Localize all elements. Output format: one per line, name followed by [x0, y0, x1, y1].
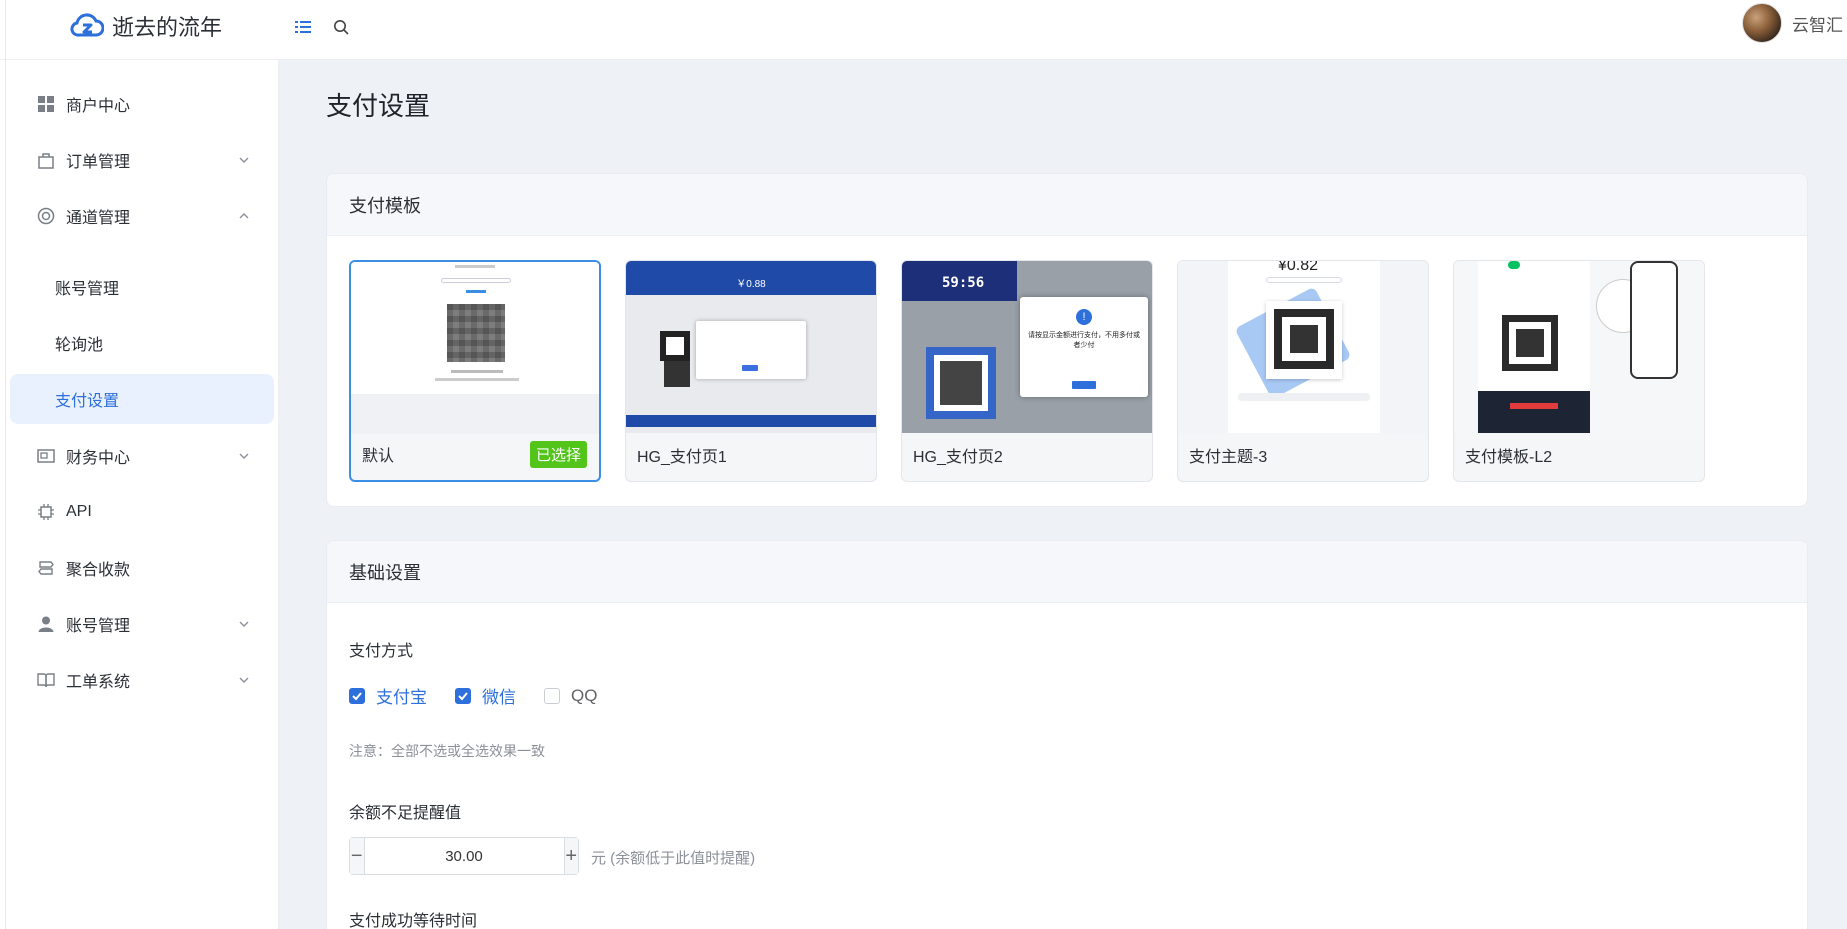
- checkbox-unchecked-icon[interactable]: [544, 687, 560, 704]
- pixelated-qr-image: [447, 304, 505, 362]
- sidebar-item-label: 账号管理: [66, 618, 131, 635]
- shopping-bag-icon: [36, 150, 56, 170]
- sidebar-item-merchant-center[interactable]: 商户中心: [0, 78, 279, 130]
- basic-settings-card: 基础设置 支付方式 支付宝 微信 QQ 注意：全部不选或全选效果一致 余额不足提…: [326, 540, 1808, 929]
- template-preview-alert: 请按显示金额进行支付，不用多付或者少付: [1028, 332, 1140, 349]
- wallet-icon: [36, 446, 56, 466]
- payment-method-note: 注意：全部不选或全选效果一致: [349, 743, 545, 759]
- sidebar-subitem-label: 支付设置: [55, 393, 120, 410]
- increment-button[interactable]: +: [563, 838, 578, 874]
- selected-badge: 已选择: [529, 441, 587, 468]
- sidebar-subitem-account-management[interactable]: 账号管理: [10, 262, 274, 312]
- top-header: 逝去的流年 云智汇: [0, 0, 1847, 60]
- sidebar: 商户中心 订单管理 通道管理 账号管理 轮询池 支付设置 财务中心 API 聚合…: [0, 0, 279, 929]
- payment-method-label: 支付方式: [349, 643, 414, 660]
- template-preview: 59:56 ! 请按显示金额进行支付，不用多付或者少付: [902, 261, 1152, 433]
- sidebar-item-aggregate-payment[interactable]: 聚合收款: [0, 542, 279, 594]
- book-icon: [36, 670, 56, 690]
- sidebar-item-label: API: [66, 503, 92, 520]
- sidebar-subitem-polling-pool[interactable]: 轮询池: [10, 318, 274, 368]
- template-name: 支付主题-3: [1189, 449, 1268, 466]
- template-card: 支付模板 默认 已选择 ￥0.88 HG_支付页1 59:56 ! 请按显示金额…: [326, 173, 1808, 507]
- checkbox-wechat[interactable]: 微信: [455, 683, 516, 708]
- balance-threshold-stepper: − +: [349, 837, 579, 875]
- template-preview-price: ¥0.82: [1278, 261, 1319, 274]
- sidebar-item-channels[interactable]: 通道管理: [0, 190, 279, 242]
- menu-toggle-icon[interactable]: [292, 16, 314, 38]
- balance-unit-hint: 元 (余额低于此值时提醒): [591, 850, 756, 867]
- sidebar-subitem-payment-settings[interactable]: 支付设置: [10, 374, 274, 424]
- template-preview-price: ￥0.88: [736, 279, 766, 290]
- signpost-icon: [36, 558, 56, 578]
- user-menu[interactable]: 云智汇: [1742, 3, 1847, 43]
- checkbox-label: 微信: [482, 688, 516, 707]
- chevron-down-icon: [239, 453, 249, 459]
- checkbox-label: QQ: [571, 685, 598, 705]
- checkbox-qq[interactable]: QQ: [544, 686, 597, 706]
- template-option-theme-3[interactable]: ¥0.82 支付主题-3: [1177, 260, 1429, 482]
- sidebar-item-orders[interactable]: 订单管理: [0, 134, 279, 186]
- page-title: 支付设置: [326, 91, 431, 121]
- decrement-button[interactable]: −: [350, 838, 365, 874]
- template-option-hg-2[interactable]: 59:56 ! 请按显示金额进行支付，不用多付或者少付 HG_支付页2: [901, 260, 1153, 482]
- template-preview: ￥0.88: [626, 261, 876, 433]
- template-card-title: 支付模板: [327, 174, 1807, 236]
- checkbox-label: 支付宝: [376, 688, 427, 707]
- chip-icon: [36, 502, 56, 522]
- checkbox-checked-icon[interactable]: [455, 687, 471, 704]
- template-name: HG_支付页1: [637, 449, 727, 466]
- search-icon[interactable]: [330, 16, 352, 38]
- chevron-down-icon: [239, 621, 249, 627]
- avatar[interactable]: [1742, 3, 1782, 43]
- chevron-down-icon: [239, 677, 249, 683]
- sidebar-item-finance[interactable]: 财务中心: [0, 430, 279, 482]
- chevron-down-icon: [239, 157, 249, 163]
- brand-name: 逝去的流年: [112, 15, 223, 40]
- payment-method-group: 支付宝 微信 QQ: [349, 683, 625, 708]
- template-name: 支付模板-L2: [1465, 449, 1553, 466]
- alert-icon: !: [1076, 309, 1092, 325]
- checkbox-checked-icon[interactable]: [349, 687, 365, 704]
- wait-time-label: 支付成功等待时间: [349, 913, 478, 929]
- sidebar-item-api[interactable]: API: [0, 486, 279, 538]
- sidebar-item-label: 通道管理: [66, 210, 131, 227]
- sidebar-item-label: 财务中心: [66, 450, 131, 467]
- template-name: 默认: [362, 448, 395, 465]
- template-option-l2[interactable]: 支付模板-L2: [1453, 260, 1705, 482]
- sidebar-item-ticket-system[interactable]: 工单系统: [0, 654, 279, 706]
- chevron-up-icon: [239, 213, 249, 219]
- balance-threshold-input[interactable]: [364, 838, 564, 874]
- brand[interactable]: 逝去的流年: [70, 10, 222, 42]
- grid-icon: [36, 94, 56, 114]
- template-option-hg-1[interactable]: ￥0.88 HG_支付页1: [625, 260, 877, 482]
- sidebar-subitem-label: 轮询池: [55, 337, 104, 354]
- template-option-default[interactable]: 默认 已选择: [349, 260, 601, 482]
- sidebar-item-label: 订单管理: [66, 154, 131, 171]
- template-name: HG_支付页2: [913, 449, 1003, 466]
- template-preview: [351, 262, 599, 394]
- user-name: 云智汇: [1792, 15, 1843, 35]
- cloud-logo-icon: [70, 13, 104, 37]
- sidebar-item-label: 聚合收款: [66, 562, 131, 579]
- basic-settings-title: 基础设置: [327, 541, 1807, 603]
- template-preview: [1454, 261, 1704, 433]
- template-preview: ¥0.82: [1178, 261, 1428, 433]
- sidebar-subitem-label: 账号管理: [55, 281, 120, 298]
- balance-threshold-label: 余额不足提醒值: [349, 805, 462, 822]
- user-icon: [36, 614, 56, 634]
- template-preview-timer: 59:56: [942, 275, 985, 291]
- checkbox-alipay[interactable]: 支付宝: [349, 683, 427, 708]
- lifebuoy-icon: [36, 206, 56, 226]
- sidebar-item-accounts[interactable]: 账号管理: [0, 598, 279, 650]
- sidebar-item-label: 商户中心: [66, 98, 131, 115]
- sidebar-item-label: 工单系统: [66, 674, 131, 691]
